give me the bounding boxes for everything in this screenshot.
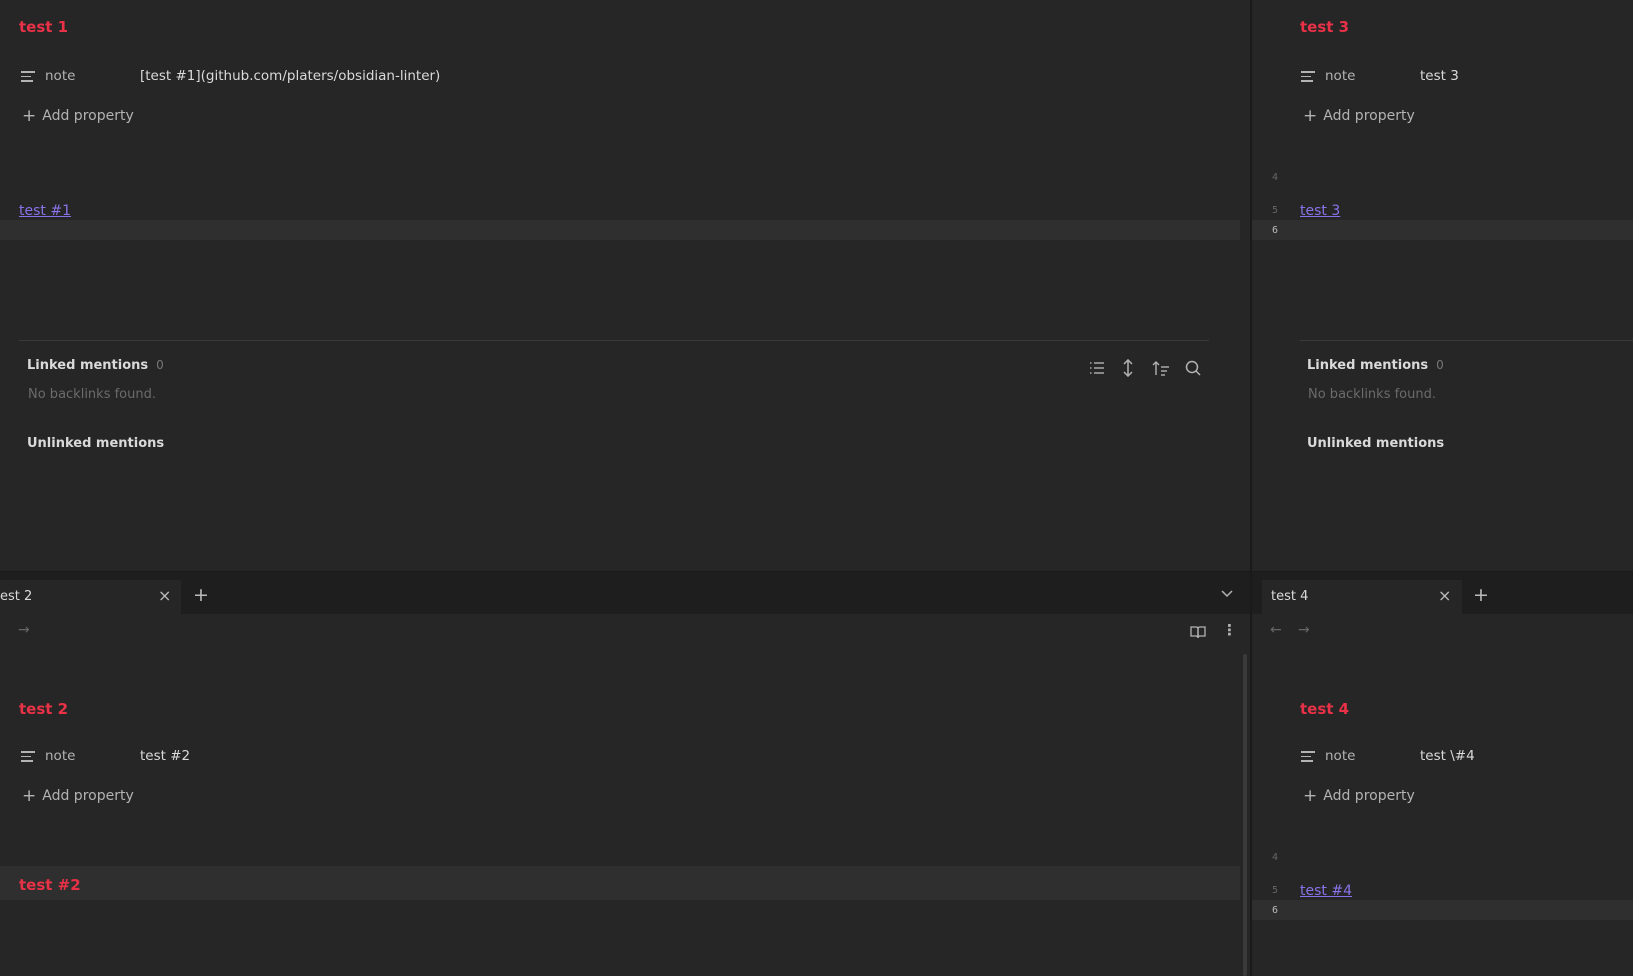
new-tab-plus-icon[interactable]: +: [1473, 584, 1489, 606]
line-number: 5: [1272, 205, 1279, 216]
property-value[interactable]: test \#4: [1420, 748, 1475, 764]
add-property-button[interactable]: + Add property: [22, 105, 134, 126]
linked-mentions-header[interactable]: Linked mentions 0: [27, 358, 164, 373]
property-key[interactable]: note: [45, 748, 75, 764]
text-property-icon: [1301, 751, 1315, 763]
tab-label: test 4: [1271, 589, 1309, 604]
property-key[interactable]: note: [1325, 748, 1355, 764]
sort-icon[interactable]: [1152, 360, 1170, 376]
linked-mentions-count: 0: [1436, 358, 1444, 372]
line-number: 6: [1272, 905, 1279, 916]
property-key[interactable]: note: [45, 68, 75, 84]
note-title[interactable]: test 2: [19, 700, 68, 718]
forward-arrow-icon[interactable]: →: [18, 622, 30, 638]
active-line[interactable]: [0, 866, 1240, 900]
backlinks-divider: [1300, 340, 1633, 341]
forward-arrow-icon[interactable]: →: [1298, 622, 1310, 638]
note-title[interactable]: test 3: [1300, 18, 1349, 36]
close-icon[interactable]: ×: [1438, 586, 1451, 605]
tab-test-4[interactable]: test 4 ×: [1262, 580, 1462, 614]
plus-icon: +: [22, 106, 37, 126]
scrollbar[interactable]: [1243, 654, 1247, 976]
more-options-icon[interactable]: ⋮: [1222, 621, 1237, 639]
body-text[interactable]: test #2: [19, 876, 81, 894]
internal-link[interactable]: test #4: [1300, 883, 1352, 899]
pane-bottom-left: → ⋮ test 2 note test #2 + Add property te…: [0, 614, 1250, 976]
active-line[interactable]: [1252, 220, 1633, 240]
linked-mentions-count: 0: [156, 358, 164, 372]
note-title[interactable]: test 4: [1300, 700, 1349, 718]
pane-bottom-right: ← → test 4 note test \#4 + Add property 4…: [1252, 614, 1633, 976]
text-property-icon: [1301, 71, 1315, 83]
line-number: 4: [1272, 852, 1279, 863]
plus-icon: +: [1303, 786, 1318, 806]
pane-top-right: test 3 note test 3 + Add property 4 5 6 t…: [1252, 0, 1633, 570]
plus-icon: +: [22, 786, 37, 806]
backlinks-divider: [19, 340, 1209, 341]
expand-vertical-icon[interactable]: [1121, 359, 1135, 377]
property-value[interactable]: test 3: [1420, 68, 1459, 84]
plus-icon: +: [1303, 106, 1318, 126]
active-line[interactable]: [1252, 900, 1633, 920]
property-value[interactable]: [test #1](github.com/platers/obsidian-li…: [140, 68, 440, 84]
line-number: 4: [1272, 172, 1279, 183]
list-icon[interactable]: [1089, 360, 1105, 376]
chevron-down-icon[interactable]: [1220, 589, 1234, 599]
text-property-icon: [21, 71, 35, 83]
linked-mentions-header[interactable]: Linked mentions 0: [1307, 358, 1444, 373]
add-property-button[interactable]: + Add property: [1303, 105, 1415, 126]
no-backlinks-text: No backlinks found.: [1308, 387, 1436, 402]
add-property-button[interactable]: + Add property: [1303, 785, 1415, 806]
tab-test-2[interactable]: est 2 ×: [0, 580, 181, 614]
property-key[interactable]: note: [1325, 68, 1355, 84]
no-backlinks-text: No backlinks found.: [28, 387, 156, 402]
text-property-icon: [21, 751, 35, 763]
line-number: 6: [1272, 225, 1279, 236]
internal-link[interactable]: test #1: [19, 203, 71, 219]
tab-bar: test 4 × +: [1252, 572, 1633, 614]
active-line[interactable]: [0, 220, 1240, 240]
close-icon[interactable]: ×: [158, 586, 171, 605]
tab-bar: est 2 × +: [0, 572, 1250, 614]
pane-top-left: test 1 note [test #1](github.com/platers…: [0, 0, 1240, 570]
unlinked-mentions-header[interactable]: Unlinked mentions: [1307, 436, 1444, 451]
line-number: 5: [1272, 885, 1279, 896]
back-arrow-icon[interactable]: ←: [1270, 622, 1282, 638]
note-title[interactable]: test 1: [19, 18, 68, 36]
tab-label: est 2: [0, 589, 33, 604]
property-value[interactable]: test #2: [140, 748, 190, 764]
reading-view-book-icon[interactable]: [1190, 625, 1206, 639]
internal-link[interactable]: test 3: [1300, 203, 1340, 219]
new-tab-plus-icon[interactable]: +: [193, 584, 209, 606]
add-property-button[interactable]: + Add property: [22, 785, 134, 806]
search-icon[interactable]: [1185, 360, 1201, 376]
unlinked-mentions-header[interactable]: Unlinked mentions: [27, 436, 164, 451]
